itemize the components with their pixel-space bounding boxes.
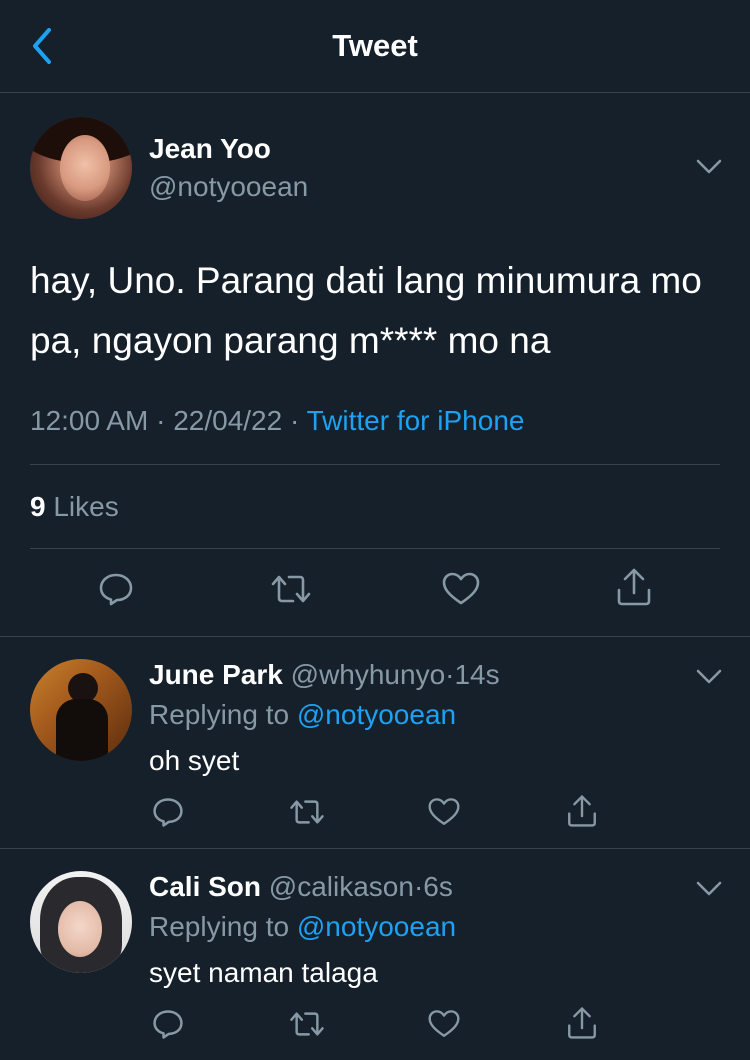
reply-author-name[interactable]: June Park xyxy=(149,659,283,690)
page-title: Tweet xyxy=(332,28,418,63)
share-icon xyxy=(568,1007,596,1039)
retweet-icon xyxy=(290,800,324,824)
reply-text: syet naman talaga xyxy=(149,957,378,988)
like-icon xyxy=(428,798,460,825)
chevron-down-icon[interactable] xyxy=(694,879,724,899)
tweet-source-link[interactable]: Twitter for iPhone xyxy=(307,405,525,436)
reply-time: 6s xyxy=(423,871,453,902)
chevron-down-icon[interactable] xyxy=(694,667,724,687)
chevron-down-icon[interactable] xyxy=(694,157,724,177)
reply-text: oh syet xyxy=(149,745,240,776)
reply-button[interactable] xyxy=(96,569,136,609)
likes-summary[interactable]: 9 Likes xyxy=(30,491,119,523)
share-button[interactable] xyxy=(565,792,599,830)
meta-separator: · xyxy=(156,405,166,436)
reply-button[interactable] xyxy=(151,795,185,829)
reply-icon xyxy=(153,1010,183,1039)
likes-label: Likes xyxy=(53,491,119,522)
reply-header: June Park @whyhunyo·14s xyxy=(149,659,500,691)
replying-label: Replying to xyxy=(149,699,290,730)
replying-label: Replying to xyxy=(149,911,290,942)
like-button[interactable] xyxy=(427,795,461,829)
likes-count: 9 xyxy=(30,491,46,522)
replying-to: Replying to @notyooean xyxy=(149,699,456,731)
reply-author-handle[interactable]: @whyhunyo xyxy=(291,659,446,690)
reply-time: 14s xyxy=(454,659,500,690)
reply-icon xyxy=(153,798,183,827)
share-button[interactable] xyxy=(614,565,654,609)
retweet-button[interactable] xyxy=(288,795,326,829)
reply-button[interactable] xyxy=(151,1007,185,1041)
reply-header: Cali Son @calikason·6s xyxy=(149,871,453,903)
main-tweet: Jean Yoo @notyooean hay, Uno. Parang dat… xyxy=(0,93,750,637)
divider xyxy=(30,464,720,465)
mention-link[interactable]: @notyooean xyxy=(297,699,456,730)
share-button[interactable] xyxy=(565,1004,599,1042)
like-button[interactable] xyxy=(427,1007,461,1041)
share-icon xyxy=(568,795,596,827)
tweet-detail-screen: Tweet Jean Yoo @notyooean hay, Uno. Para… xyxy=(0,0,750,1060)
replying-to: Replying to @notyooean xyxy=(149,911,456,943)
retweet-button[interactable] xyxy=(268,569,314,609)
retweet-icon xyxy=(271,575,311,603)
tweet-date: 22/04/22 xyxy=(173,405,283,436)
reply-icon xyxy=(99,573,133,606)
like-button[interactable] xyxy=(441,569,481,609)
like-icon xyxy=(442,572,480,605)
reply-author-name[interactable]: Cali Son xyxy=(149,871,261,902)
meta-separator: · xyxy=(289,405,300,436)
divider xyxy=(30,548,720,549)
tweet-text: hay, Uno. Parang dati lang minumura mo p… xyxy=(30,260,702,361)
like-icon xyxy=(428,1010,460,1037)
meta-separator: · xyxy=(413,871,424,902)
reply-author-handle[interactable]: @calikason xyxy=(269,871,414,902)
avatar[interactable] xyxy=(30,871,132,973)
avatar[interactable] xyxy=(30,659,132,761)
mention-link[interactable]: @notyooean xyxy=(297,911,456,942)
reply-tweet[interactable]: June Park @whyhunyo·14s Replying to @not… xyxy=(0,637,750,849)
retweet-icon xyxy=(290,1012,324,1036)
author-name[interactable]: Jean Yoo xyxy=(149,133,271,165)
tweet-time: 12:00 AM xyxy=(30,405,149,436)
share-icon xyxy=(617,568,651,606)
avatar[interactable] xyxy=(30,117,132,219)
tweet-meta: 12:00 AM · 22/04/22 · Twitter for iPhone xyxy=(30,405,524,437)
author-handle[interactable]: @notyooean xyxy=(149,171,308,203)
retweet-button[interactable] xyxy=(288,1007,326,1041)
top-nav-bar: Tweet xyxy=(0,0,750,93)
reply-tweet[interactable]: Cali Son @calikason·6s Replying to @noty… xyxy=(0,849,750,1060)
